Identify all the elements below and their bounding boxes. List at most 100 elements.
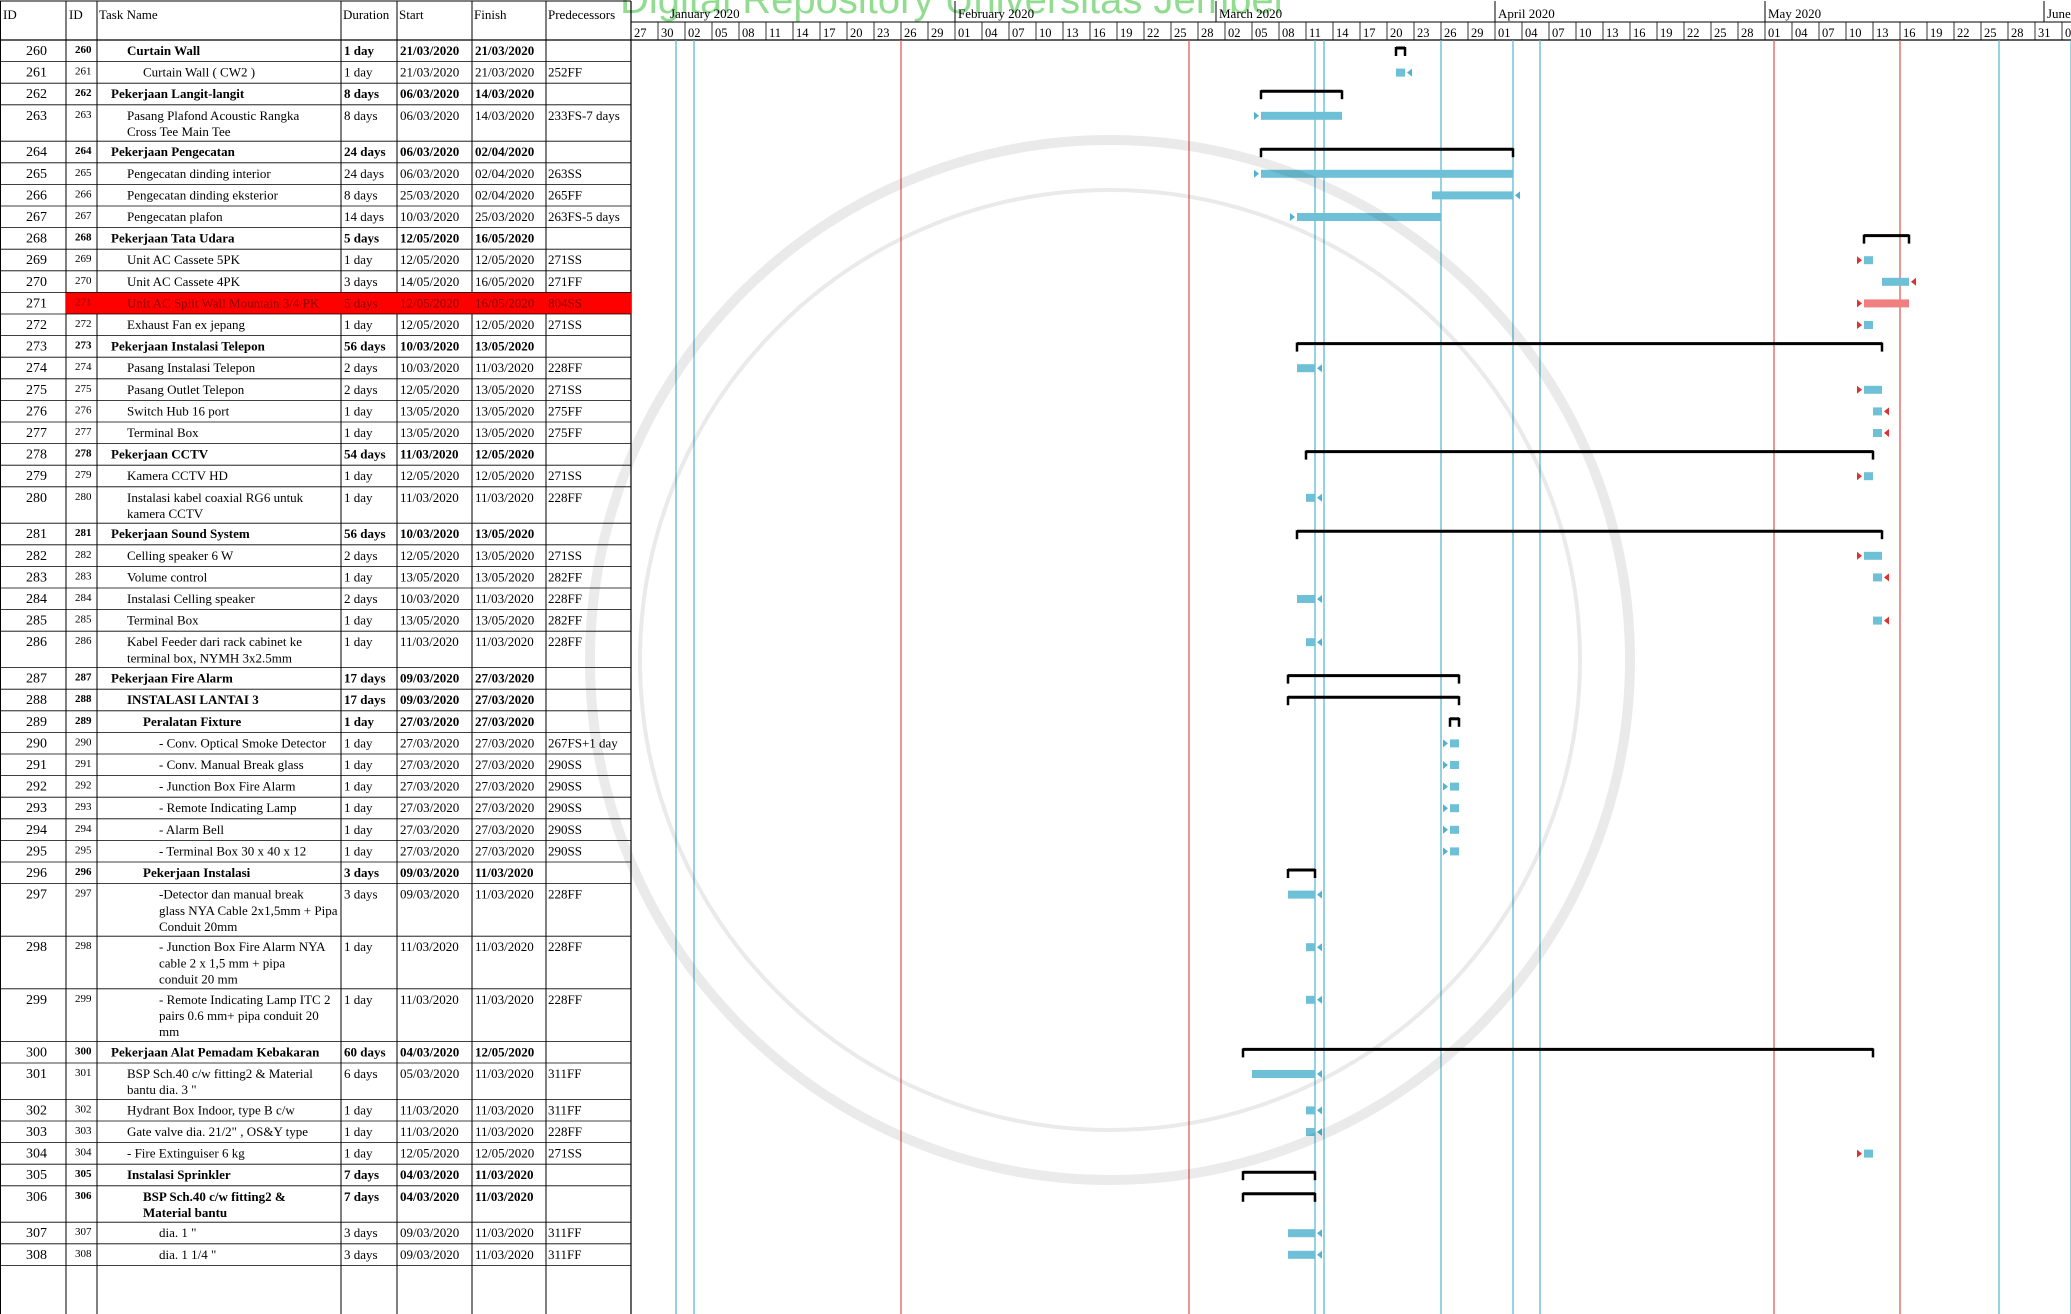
task-name: Exhaust Fan ex jepang — [127, 317, 246, 332]
task-bar — [1261, 111, 1342, 120]
day-tick-label: 19 — [1120, 26, 1133, 40]
task-bar — [1450, 782, 1459, 791]
task-id: 273 — [75, 340, 92, 352]
task-predecessors: 228FF — [548, 939, 582, 954]
gantt-page: Digital Repository Universitas Jember ID… — [0, 0, 2071, 1314]
task-finish: 13/05/2020 — [475, 526, 534, 541]
day-tick-label: 04 — [985, 26, 998, 40]
task-finish: 27/03/2020 — [475, 822, 534, 837]
dependency-arrow — [1317, 890, 1322, 899]
task-id: 269 — [75, 253, 92, 265]
task-start: 11/03/2020 — [400, 1102, 459, 1117]
task-name: - Remote Indicating Lamp — [159, 800, 297, 815]
row-number: 302 — [26, 1103, 47, 1118]
task-name: Instalasi kabel coaxial RG6 untuk — [127, 490, 304, 505]
month-label: April 2020 — [1498, 6, 1555, 21]
task-bar — [1882, 277, 1909, 286]
task-finish: 27/03/2020 — [475, 779, 534, 794]
task-bar — [1864, 299, 1909, 308]
task-duration: 1 day — [344, 1146, 373, 1161]
task-duration: 1 day — [344, 468, 373, 483]
task-duration: 1 day — [344, 65, 373, 80]
header-task-name: Task Name — [99, 7, 158, 22]
task-name: Pekerjaan Instalasi Telepon — [111, 339, 266, 354]
task-name: Pekerjaan Pengecatan — [111, 144, 236, 159]
task-predecessors: 311FF — [548, 1066, 581, 1081]
task-name: Pasang Instalasi Telepon — [127, 360, 256, 375]
day-tick-label: 14 — [1336, 26, 1349, 40]
task-name: - Terminal Box 30 x 40 x 12 — [159, 843, 306, 858]
task-predecessors: 228FF — [548, 887, 582, 902]
day-tick-label: 01 — [1498, 26, 1511, 40]
task-finish: 12/05/2020 — [475, 1044, 534, 1059]
task-name: - Conv. Manual Break glass — [159, 757, 304, 772]
task-bar — [1864, 551, 1882, 560]
task-predecessors: 233FS-7 days — [548, 108, 620, 123]
task-start: 11/03/2020 — [400, 1124, 459, 1139]
task-finish: 11/03/2020 — [475, 1066, 534, 1081]
row-number: 282 — [26, 549, 47, 564]
task-name: Unit AC Cassete 5PK — [127, 252, 241, 267]
summary-bar — [1241, 1192, 1317, 1202]
task-name: Pasang Plafond Acoustic Rangka — [127, 108, 299, 123]
task-predecessors: 311FF — [548, 1225, 581, 1240]
row-number: 306 — [26, 1190, 47, 1205]
summary-bar — [1286, 695, 1461, 706]
row-number: 260 — [26, 44, 47, 59]
dependency-arrow — [1407, 68, 1412, 77]
task-name: Pekerjaan Fire Alarm — [111, 671, 233, 686]
task-start: 14/05/2020 — [400, 274, 459, 289]
task-id: 296 — [75, 866, 92, 878]
task-predecessors: 228FF — [548, 992, 582, 1007]
task-finish: 27/03/2020 — [475, 714, 534, 729]
task-name: - Junction Box Fire Alarm NYA — [159, 939, 326, 954]
task-finish: 11/03/2020 — [475, 360, 534, 375]
task-start: 05/03/2020 — [400, 1066, 459, 1081]
row-number: 295 — [26, 844, 47, 859]
summary-bar — [1259, 147, 1515, 158]
day-tick-label: 10 — [1849, 26, 1862, 40]
day-tick-label: 30 — [661, 26, 674, 40]
dependency-arrow — [1317, 1070, 1322, 1078]
task-duration: 17 days — [344, 671, 386, 686]
task-id: 291 — [75, 758, 92, 770]
task-start: 11/03/2020 — [400, 490, 459, 505]
task-id: 300 — [75, 1045, 92, 1057]
task-id: 268 — [75, 232, 92, 244]
task-bar — [1864, 256, 1873, 265]
task-predecessors: 311FF — [548, 1247, 581, 1262]
month-label: February 2020 — [958, 6, 1034, 21]
task-name: glass NYA Cable 2x1,5mm + Pipa — [159, 903, 338, 918]
task-name: Hydrant Box Indoor, type B c/w — [127, 1102, 295, 1117]
day-tick-label: 22 — [1957, 26, 1970, 40]
row-number: 277 — [26, 426, 47, 441]
row-number: 281 — [26, 527, 47, 542]
task-id: 277 — [75, 426, 92, 438]
task-duration: 7 days — [344, 1189, 379, 1204]
task-id: 263 — [75, 109, 92, 121]
task-id: 261 — [75, 66, 92, 78]
task-duration: 56 days — [344, 339, 386, 354]
task-predecessors: 282FF — [548, 613, 582, 628]
dependency-arrow — [1290, 213, 1295, 221]
row-number: 299 — [26, 993, 47, 1008]
row-number: 272 — [26, 318, 47, 333]
row-number: 296 — [26, 866, 47, 881]
row-number: 284 — [26, 592, 47, 607]
task-finish: 12/05/2020 — [475, 1146, 534, 1161]
day-tick-label: 13 — [1066, 26, 1079, 40]
task-name: Unit AC Cassete 4PK — [127, 274, 241, 289]
task-duration: 1 day — [344, 613, 373, 628]
task-finish: 13/05/2020 — [475, 613, 534, 628]
row-number: 288 — [26, 693, 47, 708]
summary-bar — [1295, 529, 1884, 540]
day-tick-label: 28 — [2011, 26, 2024, 40]
task-finish: 12/05/2020 — [475, 468, 534, 483]
row-number: 294 — [26, 823, 47, 838]
task-finish: 11/03/2020 — [475, 1124, 534, 1139]
task-id: 282 — [75, 549, 92, 561]
row-number: 303 — [26, 1125, 47, 1140]
task-start: 12/05/2020 — [400, 468, 459, 483]
month-label: May 2020 — [1768, 6, 1821, 21]
day-tick-label: 25 — [1714, 26, 1727, 40]
